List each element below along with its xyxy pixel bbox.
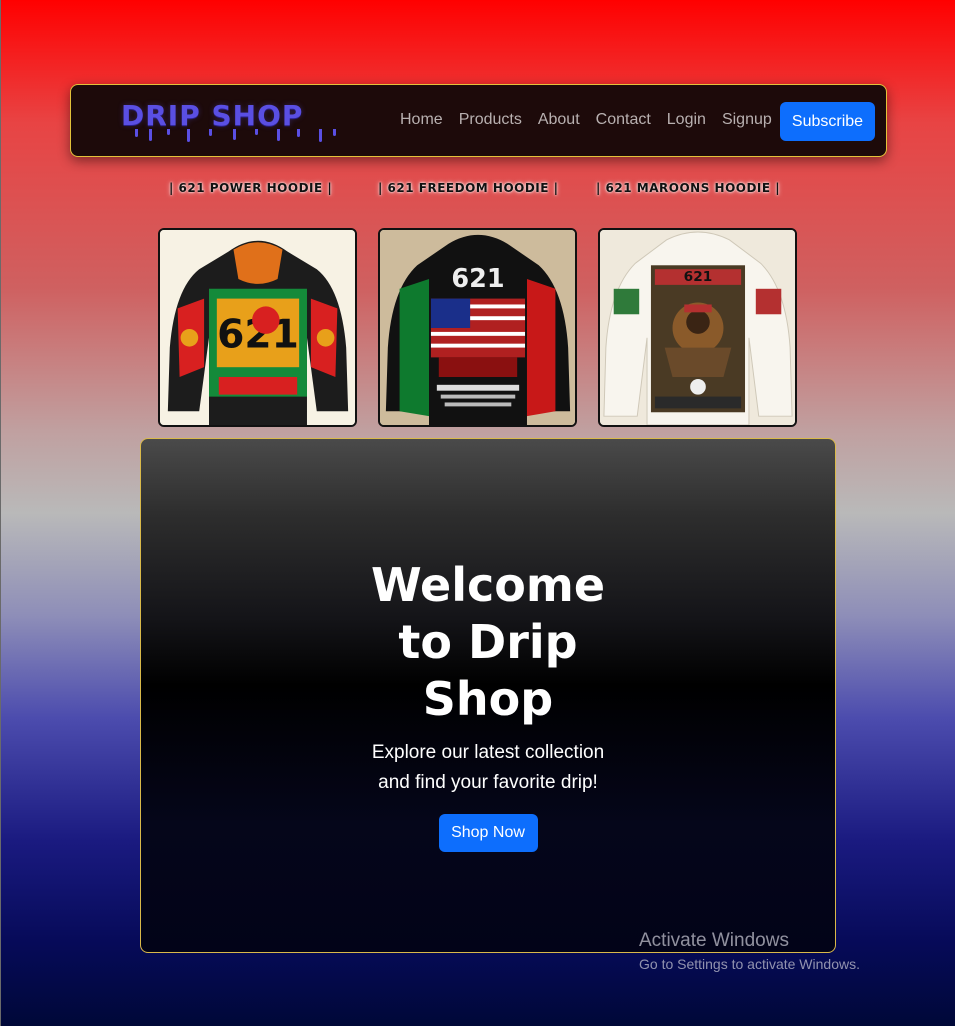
nav-products[interactable]: Products (459, 111, 522, 129)
activate-windows-title: Activate Windows (639, 930, 789, 951)
product-card-maroons[interactable]: 621 (598, 228, 797, 427)
nav-login[interactable]: Login (667, 111, 706, 129)
svg-text:621: 621 (684, 269, 713, 285)
subscribe-button[interactable]: Subscribe (780, 102, 875, 141)
nav-contact[interactable]: Contact (596, 111, 651, 129)
shop-now-button[interactable]: Shop Now (438, 814, 538, 852)
activate-windows-subtitle: Go to Settings to activate Windows. (639, 956, 860, 972)
svg-text:621: 621 (451, 264, 504, 294)
product-title-freedom: | 621 FREEDOM HOODIE | (378, 181, 559, 195)
hero-title: Welcome to Drip Shop (370, 558, 606, 726)
product-title-maroons: | 621 MAROONS HOODIE | (596, 181, 781, 195)
product-title-power: | 621 POWER HOODIE | (169, 181, 333, 195)
window-edge (0, 0, 1, 1026)
nav-links: Home Products About Contact Login Signup (400, 111, 772, 129)
brand-logo[interactable]: DRIP SHOP (121, 99, 303, 132)
power-hoodie-image: 621 (160, 230, 355, 425)
nav-signup[interactable]: Signup (722, 111, 772, 129)
nav-home[interactable]: Home (400, 111, 443, 129)
product-card-freedom[interactable]: 621 (378, 228, 577, 427)
drip-decoration (121, 129, 341, 143)
freedom-hoodie-image: 621 (380, 230, 575, 425)
hero-section: Welcome to Drip Shop Explore our latest … (140, 438, 836, 953)
nav-about[interactable]: About (538, 111, 580, 129)
navbar: DRIP SHOP Home Products About Contact Lo… (70, 84, 887, 157)
product-card-power[interactable]: 621 (158, 228, 357, 427)
hero-subtitle: Explore our latest collection and find y… (371, 742, 605, 793)
maroons-hoodie-image: 621 (600, 230, 795, 425)
